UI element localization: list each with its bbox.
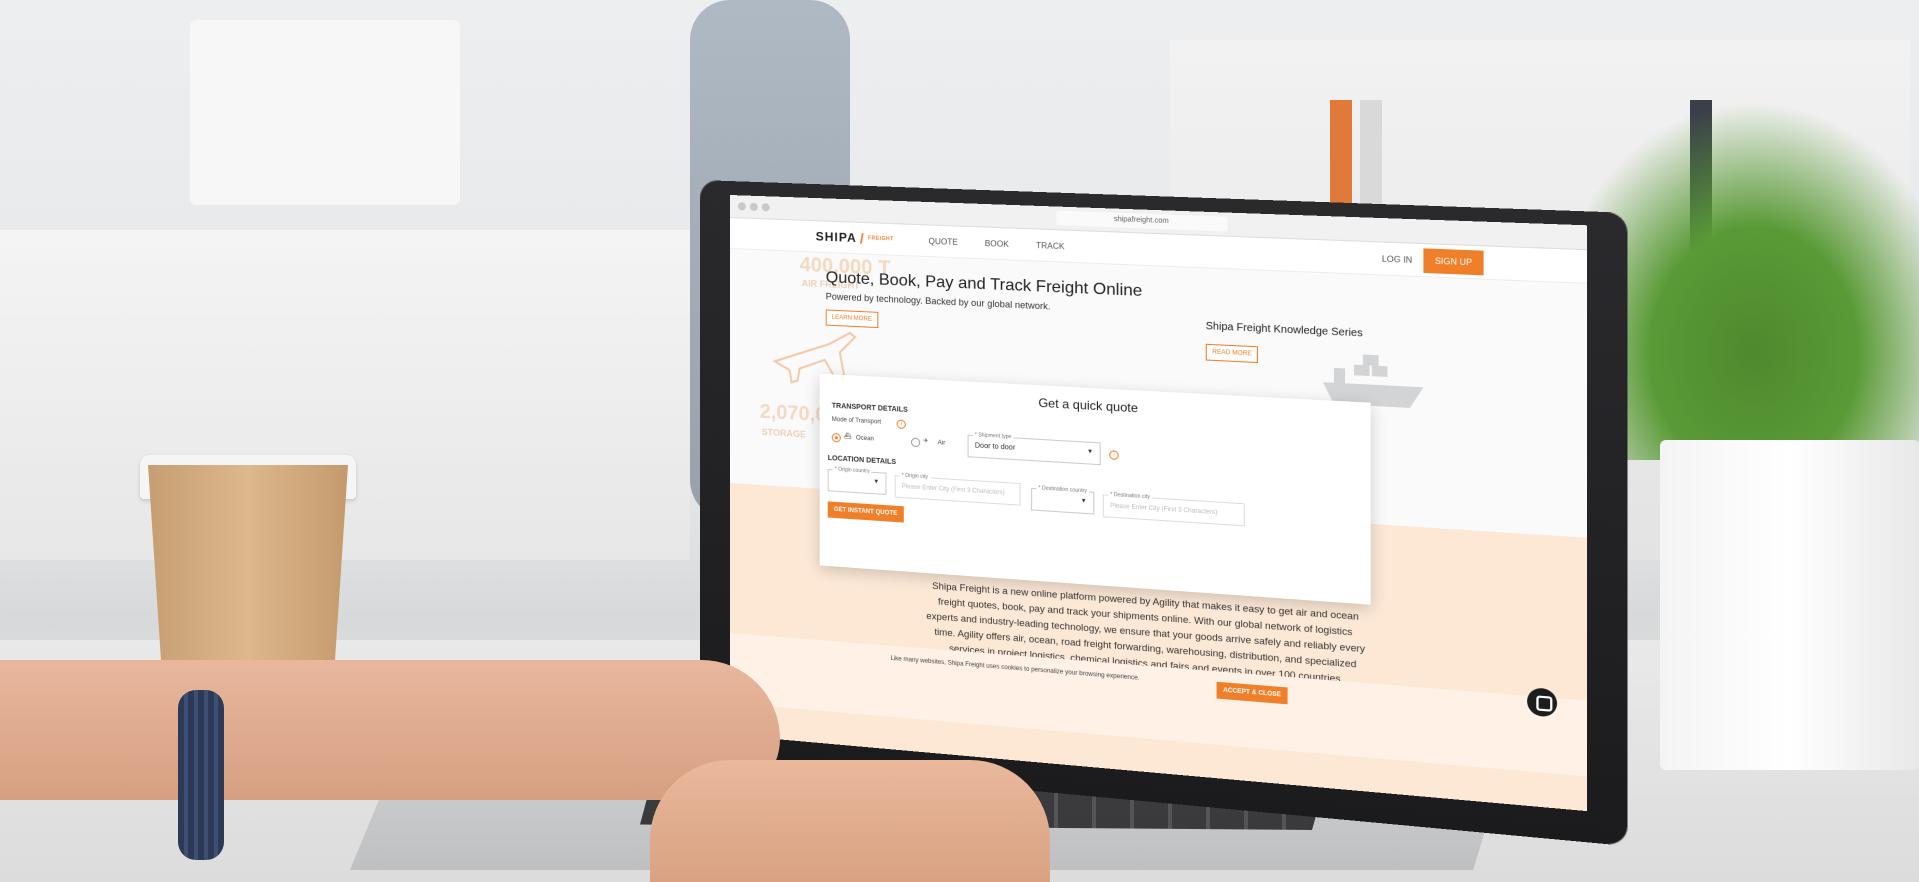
plant-pot — [1660, 440, 1919, 770]
mode-air-label: Air — [937, 440, 946, 447]
left-hand — [0, 660, 780, 800]
login-link[interactable]: LOG IN — [1382, 254, 1412, 265]
destination-country-label: * Destination country — [1036, 485, 1090, 495]
nav-book[interactable]: BOOK — [985, 238, 1009, 248]
radio-ocean[interactable] — [831, 432, 841, 443]
radio-air[interactable] — [910, 437, 921, 448]
learn-more-button[interactable]: LEARN MORE — [825, 309, 879, 329]
window-controls[interactable] — [737, 202, 770, 212]
info-icon[interactable]: i — [896, 419, 906, 430]
main-nav: QUOTE BOOK TRACK — [929, 236, 1065, 251]
location-details-heading: LOCATION DETAILS — [827, 454, 897, 467]
stat-storage-label: STORAGE — [761, 426, 806, 440]
logo-slash-icon: / — [859, 229, 865, 247]
read-more-button[interactable]: READ MORE — [1205, 343, 1259, 364]
ship-small-icon: ⛴ — [843, 433, 852, 441]
transport-details-heading: TRANSPORT DETAILS — [831, 402, 908, 414]
origin-country-select[interactable]: * Origin country ▼ — [827, 466, 887, 496]
chevron-down-icon: ▼ — [1080, 498, 1087, 505]
get-instant-quote-button[interactable]: GET INSTANT QUOTE — [827, 501, 904, 523]
plane-small-icon: ✈ — [923, 438, 929, 445]
nav-track[interactable]: TRACK — [1036, 240, 1065, 250]
account-actions: LOG IN SIGN UP — [1382, 243, 1484, 279]
right-hand — [650, 760, 1050, 882]
shipment-type-label: * Shipment type — [972, 431, 1014, 441]
background-office-desk — [0, 230, 690, 560]
shipment-type-select[interactable]: * Shipment type Door to door ▼ — [967, 431, 1101, 466]
accept-close-button[interactable]: ACCEPT & CLOSE — [1216, 681, 1288, 705]
destination-city-input[interactable]: * Destination city Please Enter City (Fi… — [1102, 491, 1245, 527]
chevron-down-icon: ▼ — [873, 478, 880, 486]
mode-of-transport-label: Mode of Transport — [831, 416, 882, 426]
knowledge-series-title: Shipa Freight Knowledge Series — [1205, 320, 1363, 340]
bracelet — [178, 690, 224, 860]
destination-city-label: * Destination city — [1108, 491, 1153, 501]
logo-text: SHIPA — [815, 229, 857, 246]
logo-subtext: FREIGHT — [867, 235, 894, 243]
origin-city-input[interactable]: * Origin city Please Enter City (First 3… — [894, 472, 1021, 506]
laptop-screen: shipafreight.com SHIPA / FREIGHT QUOTE B… — [730, 195, 1588, 812]
background-monitor — [190, 20, 460, 205]
origin-city-label: * Origin city — [899, 472, 931, 481]
quick-quote-card: Get a quick quote TRANSPORT DETAILS Mode… — [819, 373, 1371, 605]
origin-country-label: * Origin country — [832, 466, 872, 475]
destination-city-placeholder: Please Enter City (First 3 Characters) — [1110, 503, 1218, 517]
shipa-logo[interactable]: SHIPA / FREIGHT — [816, 228, 894, 247]
nav-quote[interactable]: QUOTE — [929, 236, 958, 246]
destination-country-select[interactable]: * Destination country ▼ — [1031, 485, 1095, 515]
url-bar[interactable]: shipafreight.com — [1056, 210, 1228, 232]
hero-section: 400,000 T AIR FREIGHT 2,070,000 S STORAG… — [730, 249, 1588, 605]
mode-ocean-label: Ocean — [856, 435, 874, 443]
info-icon[interactable]: i — [1109, 450, 1119, 461]
signup-button[interactable]: SIGN UP — [1423, 247, 1484, 275]
chevron-down-icon: ▼ — [1086, 448, 1094, 456]
shipment-type-value: Door to door — [974, 442, 1016, 452]
origin-city-placeholder: Please Enter City (First 3 Characters) — [901, 483, 1005, 497]
